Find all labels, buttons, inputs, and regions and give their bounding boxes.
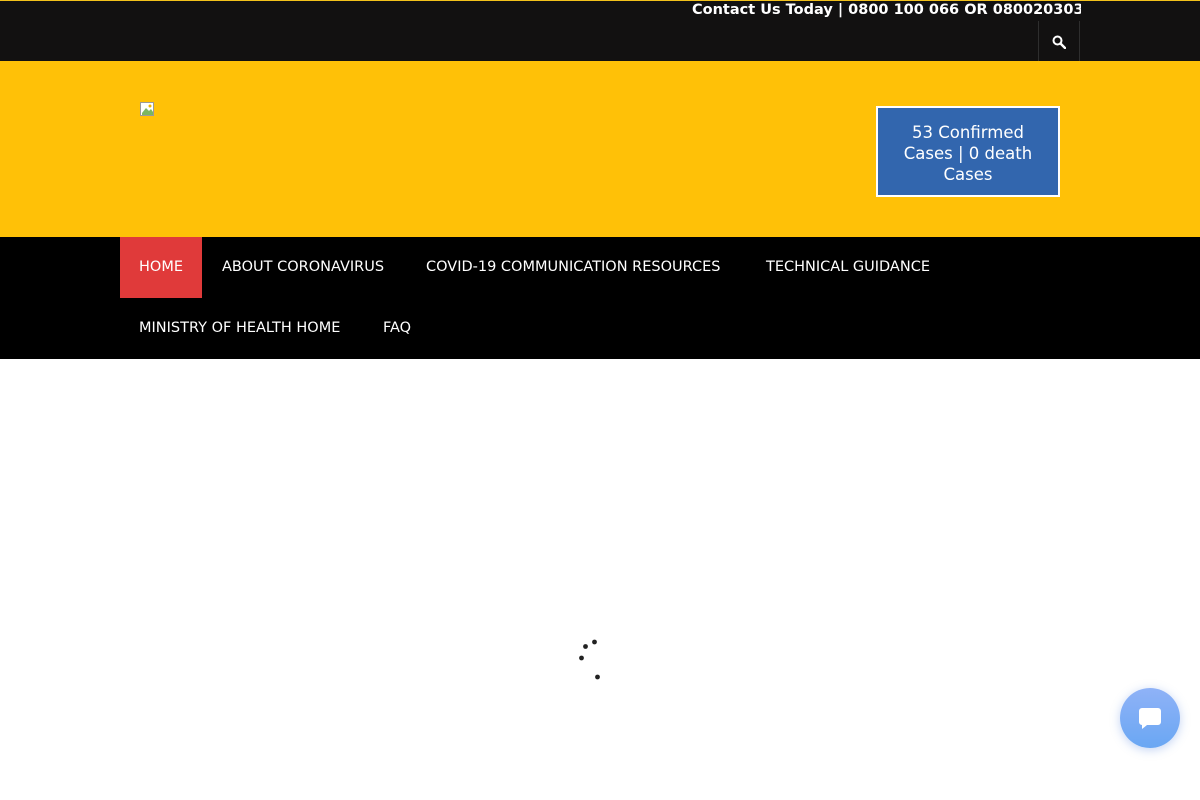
broken-image-icon	[140, 102, 154, 116]
search-button[interactable]	[1038, 21, 1080, 62]
main-navigation: HOME ABOUT CORONAVIRUS COVID-19 COMMUNIC…	[0, 237, 1200, 359]
confirmed-cases-badge[interactable]: 53 Confirmed Cases | 0 death Cases	[876, 106, 1060, 197]
site-logo[interactable]	[140, 102, 156, 118]
loading-spinner-icon	[579, 639, 600, 680]
chat-button[interactable]	[1120, 688, 1180, 748]
contact-info: Contact Us Today | 0800 100 066 OR 08002…	[692, 2, 1081, 18]
nav-item-faq[interactable]: FAQ	[364, 298, 430, 359]
site-header: 53 Confirmed Cases | 0 death Cases	[0, 61, 1200, 237]
nav-item-about-coronavirus[interactable]: ABOUT CORONAVIRUS	[203, 237, 403, 298]
nav-item-home[interactable]: HOME	[120, 237, 202, 298]
top-bar: Contact Us Today | 0800 100 066 OR 08002…	[0, 0, 1200, 62]
search-icon	[1052, 35, 1066, 49]
nav-item-ministry-of-health-home[interactable]: MINISTRY OF HEALTH HOME	[120, 298, 359, 359]
nav-item-communication-resources[interactable]: COVID-19 COMMUNICATION RESOURCES	[407, 237, 739, 298]
nav-item-technical-guidance[interactable]: TECHNICAL GUIDANCE	[747, 237, 949, 298]
chat-bubble-icon	[1139, 708, 1161, 729]
